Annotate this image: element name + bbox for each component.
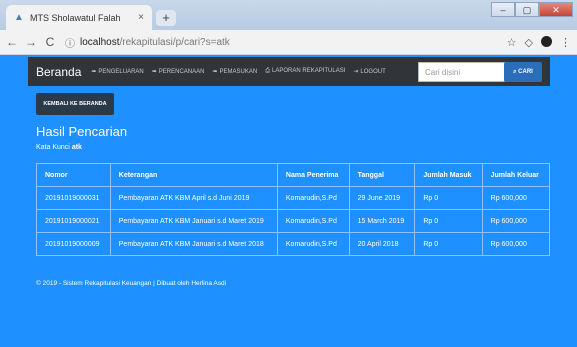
- reload-icon[interactable]: C: [42, 35, 58, 49]
- brand-link[interactable]: Beranda: [36, 65, 81, 79]
- nav-link-perencanaan[interactable]: ➠ PERENCANAAN: [152, 68, 205, 75]
- browser-toolbar: ← → C ⓘ localhost /rekapitulasi/p/cari?s…: [0, 30, 577, 55]
- maximize-icon[interactable]: ▢: [515, 2, 539, 17]
- tab-close-icon[interactable]: ×: [138, 12, 144, 23]
- cell-jumlah-keluar: Rp 600,000: [481, 209, 551, 233]
- url-path: /rekapitulasi/p/cari?s=atk: [119, 36, 230, 48]
- nav-link-pemasukan[interactable]: ➠ PEMASUKAN: [212, 68, 257, 75]
- tab-title: MTS Sholawatul Falah: [30, 12, 121, 23]
- menu-icon[interactable]: ⋮: [560, 36, 571, 49]
- address-bar[interactable]: ⓘ localhost /rekapitulasi/p/cari?s=atk: [61, 32, 507, 52]
- forward-icon: ➠: [212, 69, 218, 75]
- footer-text: © 2019 - Sistem Rekapitulasi Keuangan | …: [36, 280, 227, 287]
- table-row: 20191019000031 Pembayaran ATK KBM April …: [36, 186, 551, 210]
- search-keyword: Kata Kunci atk: [36, 144, 82, 151]
- forward-icon: ➠: [151, 69, 157, 75]
- cell-tanggal: 29 June 2019: [348, 186, 416, 210]
- bookmark-star-icon[interactable]: ☆: [507, 36, 517, 49]
- logout-icon: ⇥: [353, 69, 359, 75]
- forward-icon: ➠: [91, 69, 97, 75]
- table-header-row: Nomor Keterangan Nama Penerima Tanggal J…: [36, 163, 551, 187]
- keyword-value: atk: [71, 144, 82, 151]
- cell-nomor: 20191019000009: [36, 232, 111, 256]
- cell-jumlah-keluar: Rp 600,000: [481, 186, 551, 210]
- cell-jumlah-keluar: Rp 600,000: [481, 232, 551, 256]
- cell-jumlah-masuk: Rp 0: [414, 209, 483, 233]
- nav-label: PENGELUARAN: [98, 69, 144, 75]
- header-nomor: Nomor: [36, 163, 111, 187]
- browser-tab[interactable]: ▲ MTS Sholawatul Falah ×: [6, 5, 152, 30]
- toolbar-icons: ☆ ◇ ⋮: [507, 35, 573, 49]
- cell-jumlah-masuk: Rp 0: [414, 232, 483, 256]
- shield-icon[interactable]: ◇: [525, 36, 533, 49]
- close-window-icon[interactable]: ✕: [539, 2, 573, 17]
- header-jumlah-masuk: Jumlah Masuk: [414, 163, 483, 187]
- keyword-label: Kata Kunci: [36, 144, 70, 151]
- cell-keterangan: Pembayaran ATK KBM Januari s.d Maret 201…: [109, 209, 278, 233]
- nav-label: PEMASUKAN: [219, 69, 258, 75]
- header-jumlah-keluar: Jumlah Keluar: [481, 163, 551, 187]
- table-row: 20191019000021 Pembayaran ATK KBM Januar…: [36, 209, 551, 233]
- cell-keterangan: Pembayaran ATK KBM April s.d Juni 2019: [109, 186, 278, 210]
- minimize-icon[interactable]: –: [491, 2, 515, 17]
- site-favicon-icon: ▲: [14, 11, 24, 23]
- results-table: Nomor Keterangan Nama Penerima Tanggal J…: [36, 163, 551, 256]
- page-content: Beranda ➠ PENGELUARAN ➠ PERENCANAAN ➠ PEMAS…: [0, 55, 577, 347]
- cell-tanggal: 20 April 2018: [348, 232, 416, 256]
- page-title: Hasil Pencarian: [36, 124, 128, 139]
- search-button-label: CARI: [518, 69, 533, 75]
- back-to-home-button[interactable]: KEMBALI KE BERANDA: [36, 93, 114, 115]
- info-icon[interactable]: ⓘ: [65, 35, 75, 50]
- url-host: localhost: [80, 36, 120, 48]
- window-controls: – ▢ ✕: [491, 2, 573, 17]
- nav-label: LOGOUT: [360, 69, 386, 75]
- back-arrow-icon[interactable]: ←: [4, 35, 20, 49]
- header-tanggal: Tanggal: [348, 163, 416, 187]
- printer-icon: ⎙: [265, 68, 271, 74]
- cell-nomor: 20191019000021: [36, 209, 111, 233]
- nav-link-laporan[interactable]: ⎙ LAPORAN REKAPITULASI: [265, 68, 345, 75]
- forward-arrow-icon[interactable]: →: [23, 35, 39, 49]
- cell-nomor: 20191019000031: [36, 186, 111, 210]
- nav-link-logout[interactable]: ⇥ LOGOUT: [353, 68, 385, 75]
- header-keterangan: Keterangan: [109, 163, 278, 187]
- nav-label: PERENCANAAN: [158, 69, 205, 75]
- navbar: Beranda ➠ PENGELUARAN ➠ PERENCANAAN ➠ PEMAS…: [28, 57, 550, 86]
- nav-link-pengeluaran[interactable]: ➠ PENGELUARAN: [91, 68, 143, 75]
- table-row: 20191019000009 Pembayaran ATK KBM Januar…: [36, 232, 551, 256]
- browser-titlebar: ▲ MTS Sholawatul Falah × + – ▢ ✕: [0, 0, 577, 30]
- cell-nama-penerima: Komarudin,S.Pd: [276, 232, 350, 256]
- nav-label: LAPORAN REKAPITULASI: [272, 68, 346, 74]
- header-nama-penerima: Nama Penerima: [276, 163, 350, 187]
- cell-jumlah-masuk: Rp 0: [414, 186, 483, 210]
- new-tab-button[interactable]: +: [156, 10, 176, 26]
- extension-icon[interactable]: [541, 35, 552, 47]
- cell-nama-penerima: Komarudin,S.Pd: [276, 209, 350, 233]
- cell-tanggal: 15 March 2019: [348, 209, 416, 233]
- cell-keterangan: Pembayaran ATK KBM Januari s.d Maret 201…: [109, 232, 278, 256]
- search-button[interactable]: ⌕ CARI: [504, 62, 542, 82]
- cell-nama-penerima: Komarudin,S.Pd: [276, 186, 350, 210]
